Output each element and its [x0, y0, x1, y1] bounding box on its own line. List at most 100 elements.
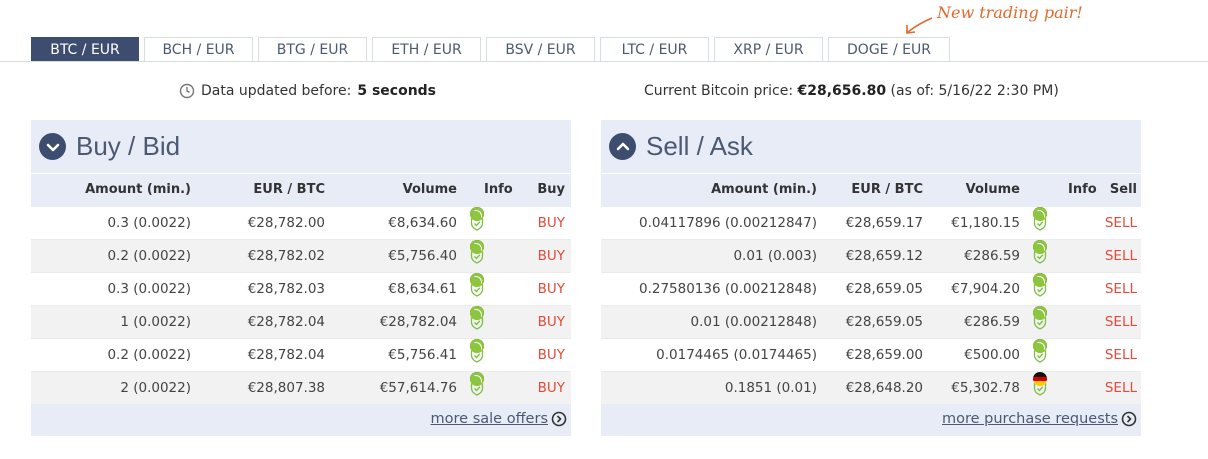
tab-bsv-eur[interactable]: BSV / EUR — [486, 37, 595, 61]
tab-bch-eur[interactable]: BCH / EUR — [144, 37, 253, 61]
row-volume: €57,614.76 — [379, 380, 457, 396]
row-price: €28,659.17 — [845, 215, 923, 231]
col-action: Buy — [537, 182, 565, 197]
row-price: €28,782.04 — [247, 347, 325, 363]
leaf-icon — [470, 240, 484, 254]
row-price: €28,659.00 — [845, 347, 923, 363]
buy-panel-title: Buy / Bid — [76, 131, 181, 161]
col-price: EUR / BTC — [851, 182, 923, 197]
row-price: €28,648.20 — [845, 380, 923, 396]
col-volume: Volume — [402, 182, 457, 197]
updated-label: Data updated before: — [201, 83, 352, 99]
col-action: Sell — [1109, 182, 1137, 197]
row-price: €28,782.04 — [247, 314, 325, 330]
buy-table-row: 0.3 (0.0022) €28,782.03 €8,634.61 BUY — [31, 272, 571, 305]
buy-button[interactable]: BUY — [538, 240, 565, 272]
col-info: Info — [1068, 182, 1097, 197]
row-volume: €5,302.78 — [951, 380, 1020, 396]
arrow-icon — [906, 17, 933, 34]
row-amount: 0.1851 (0.01) — [724, 380, 817, 396]
sell-table-row: 0.01 (0.003) €28,659.12 €286.59 SELL — [601, 239, 1141, 272]
sell-footer: more purchase requests — [601, 404, 1141, 436]
row-price: €28,782.00 — [247, 215, 325, 231]
row-amount: 0.0174465 (0.0174465) — [656, 347, 817, 363]
tab-xrp-eur[interactable]: XRP / EUR — [714, 37, 823, 61]
col-amount: Amount (min.) — [85, 182, 191, 197]
sell-panel-title: Sell / Ask — [646, 131, 753, 161]
current-price: Current Bitcoin price: €28,656.80 (as of… — [644, 83, 1059, 99]
col-volume: Volume — [965, 182, 1020, 197]
row-price: €28,659.05 — [845, 314, 923, 330]
col-price: EUR / BTC — [253, 182, 325, 197]
tab-btc-eur[interactable]: BTC / EUR — [31, 37, 139, 61]
row-amount: 0.3 (0.0022) — [107, 215, 191, 231]
row-volume: €5,756.40 — [388, 248, 457, 264]
leaf-icon — [470, 306, 484, 320]
buy-footer: more sale offers — [31, 404, 571, 436]
row-volume: €286.59 — [964, 314, 1020, 330]
row-info-icons — [470, 306, 484, 338]
tab-eth-eur[interactable]: ETH / EUR — [372, 37, 481, 61]
more-purchase-requests-link[interactable]: more purchase requests — [942, 411, 1137, 427]
row-volume: €8,634.60 — [388, 215, 457, 231]
sell-button[interactable]: SELL — [1105, 306, 1137, 338]
chevron-right-circle-icon — [1121, 411, 1137, 427]
row-info-icons — [470, 273, 484, 305]
buy-table-row: 0.3 (0.0022) €28,782.00 €8,634.60 BUY — [31, 206, 571, 239]
col-amount: Amount (min.) — [711, 182, 817, 197]
row-amount: 0.3 (0.0022) — [107, 281, 191, 297]
row-info-icons — [1033, 240, 1047, 272]
sell-column-header: Amount (min.) EUR / BTC Volume Info Sell — [601, 173, 1141, 206]
row-volume: €1,180.15 — [951, 215, 1020, 231]
row-info-icons — [1033, 372, 1047, 404]
buy-button[interactable]: BUY — [538, 207, 565, 239]
row-amount: 0.2 (0.0022) — [107, 248, 191, 264]
sell-table-row: 0.1851 (0.01) €28,648.20 €5,302.78 SELL — [601, 371, 1141, 404]
row-price: €28,659.12 — [845, 248, 923, 264]
sell-button[interactable]: SELL — [1105, 240, 1137, 272]
buy-table-row: 2 (0.0022) €28,807.38 €57,614.76 BUY — [31, 371, 571, 404]
more-sale-offers-link[interactable]: more sale offers — [431, 411, 567, 427]
buy-button[interactable]: BUY — [538, 306, 565, 338]
row-price: €28,782.02 — [247, 248, 325, 264]
chevron-up-icon[interactable] — [609, 133, 636, 160]
leaf-icon — [1033, 273, 1047, 287]
sell-panel-header[interactable]: Sell / Ask — [601, 120, 1141, 173]
more-sale-offers-label: more sale offers — [430, 411, 548, 427]
row-info-icons — [1033, 339, 1047, 371]
buy-button[interactable]: BUY — [538, 372, 565, 404]
sell-button[interactable]: SELL — [1105, 207, 1137, 239]
row-volume: €500.00 — [964, 347, 1020, 363]
sell-button[interactable]: SELL — [1105, 273, 1137, 305]
buy-button[interactable]: BUY — [538, 339, 565, 371]
row-volume: €5,756.41 — [388, 347, 457, 363]
sell-button[interactable]: SELL — [1105, 339, 1137, 371]
buy-table-row: 0.2 (0.0022) €28,782.04 €5,756.41 BUY — [31, 338, 571, 371]
sell-table-row: 0.27580136 (0.00212848) €28,659.05 €7,904.… — [601, 272, 1141, 305]
row-amount: 0.27580136 (0.00212848) — [638, 281, 817, 297]
sell-rows: 0.04117896 (0.00212847) €28,659.17 €1,180.… — [601, 206, 1141, 404]
row-info-icons — [470, 372, 484, 404]
row-volume: €7,904.20 — [951, 281, 1020, 297]
leaf-icon — [470, 339, 484, 353]
more-purchase-requests-label: more purchase requests — [941, 411, 1118, 427]
buy-panel-header[interactable]: Buy / Bid — [31, 120, 571, 173]
price-label: Current Bitcoin price: — [644, 83, 794, 99]
tab-doge-eur[interactable]: DOGE / EUR — [828, 37, 950, 61]
clock-icon — [179, 83, 195, 99]
trading-pair-tabs: BTC / EUR BCH / EUR BTG / EUR ETH / EUR … — [31, 37, 950, 62]
row-amount: 2 (0.0022) — [120, 380, 191, 396]
buy-button[interactable]: BUY — [538, 273, 565, 305]
buy-column-header: Amount (min.) EUR / BTC Volume Info Buy — [31, 173, 571, 206]
tab-ltc-eur[interactable]: LTC / EUR — [600, 37, 709, 61]
tab-btg-eur[interactable]: BTG / EUR — [258, 37, 367, 61]
row-amount: 0.04117896 (0.00212847) — [638, 215, 817, 231]
buy-table-row: 1 (0.0022) €28,782.04 €28,782.04 BUY — [31, 305, 571, 338]
chevron-down-icon[interactable] — [39, 133, 66, 160]
leaf-icon — [1033, 240, 1047, 254]
sell-button[interactable]: SELL — [1105, 372, 1137, 404]
row-info-icons — [470, 240, 484, 272]
row-info-icons — [1033, 273, 1047, 305]
leaf-icon — [1033, 207, 1047, 221]
leaf-icon — [1033, 339, 1047, 353]
